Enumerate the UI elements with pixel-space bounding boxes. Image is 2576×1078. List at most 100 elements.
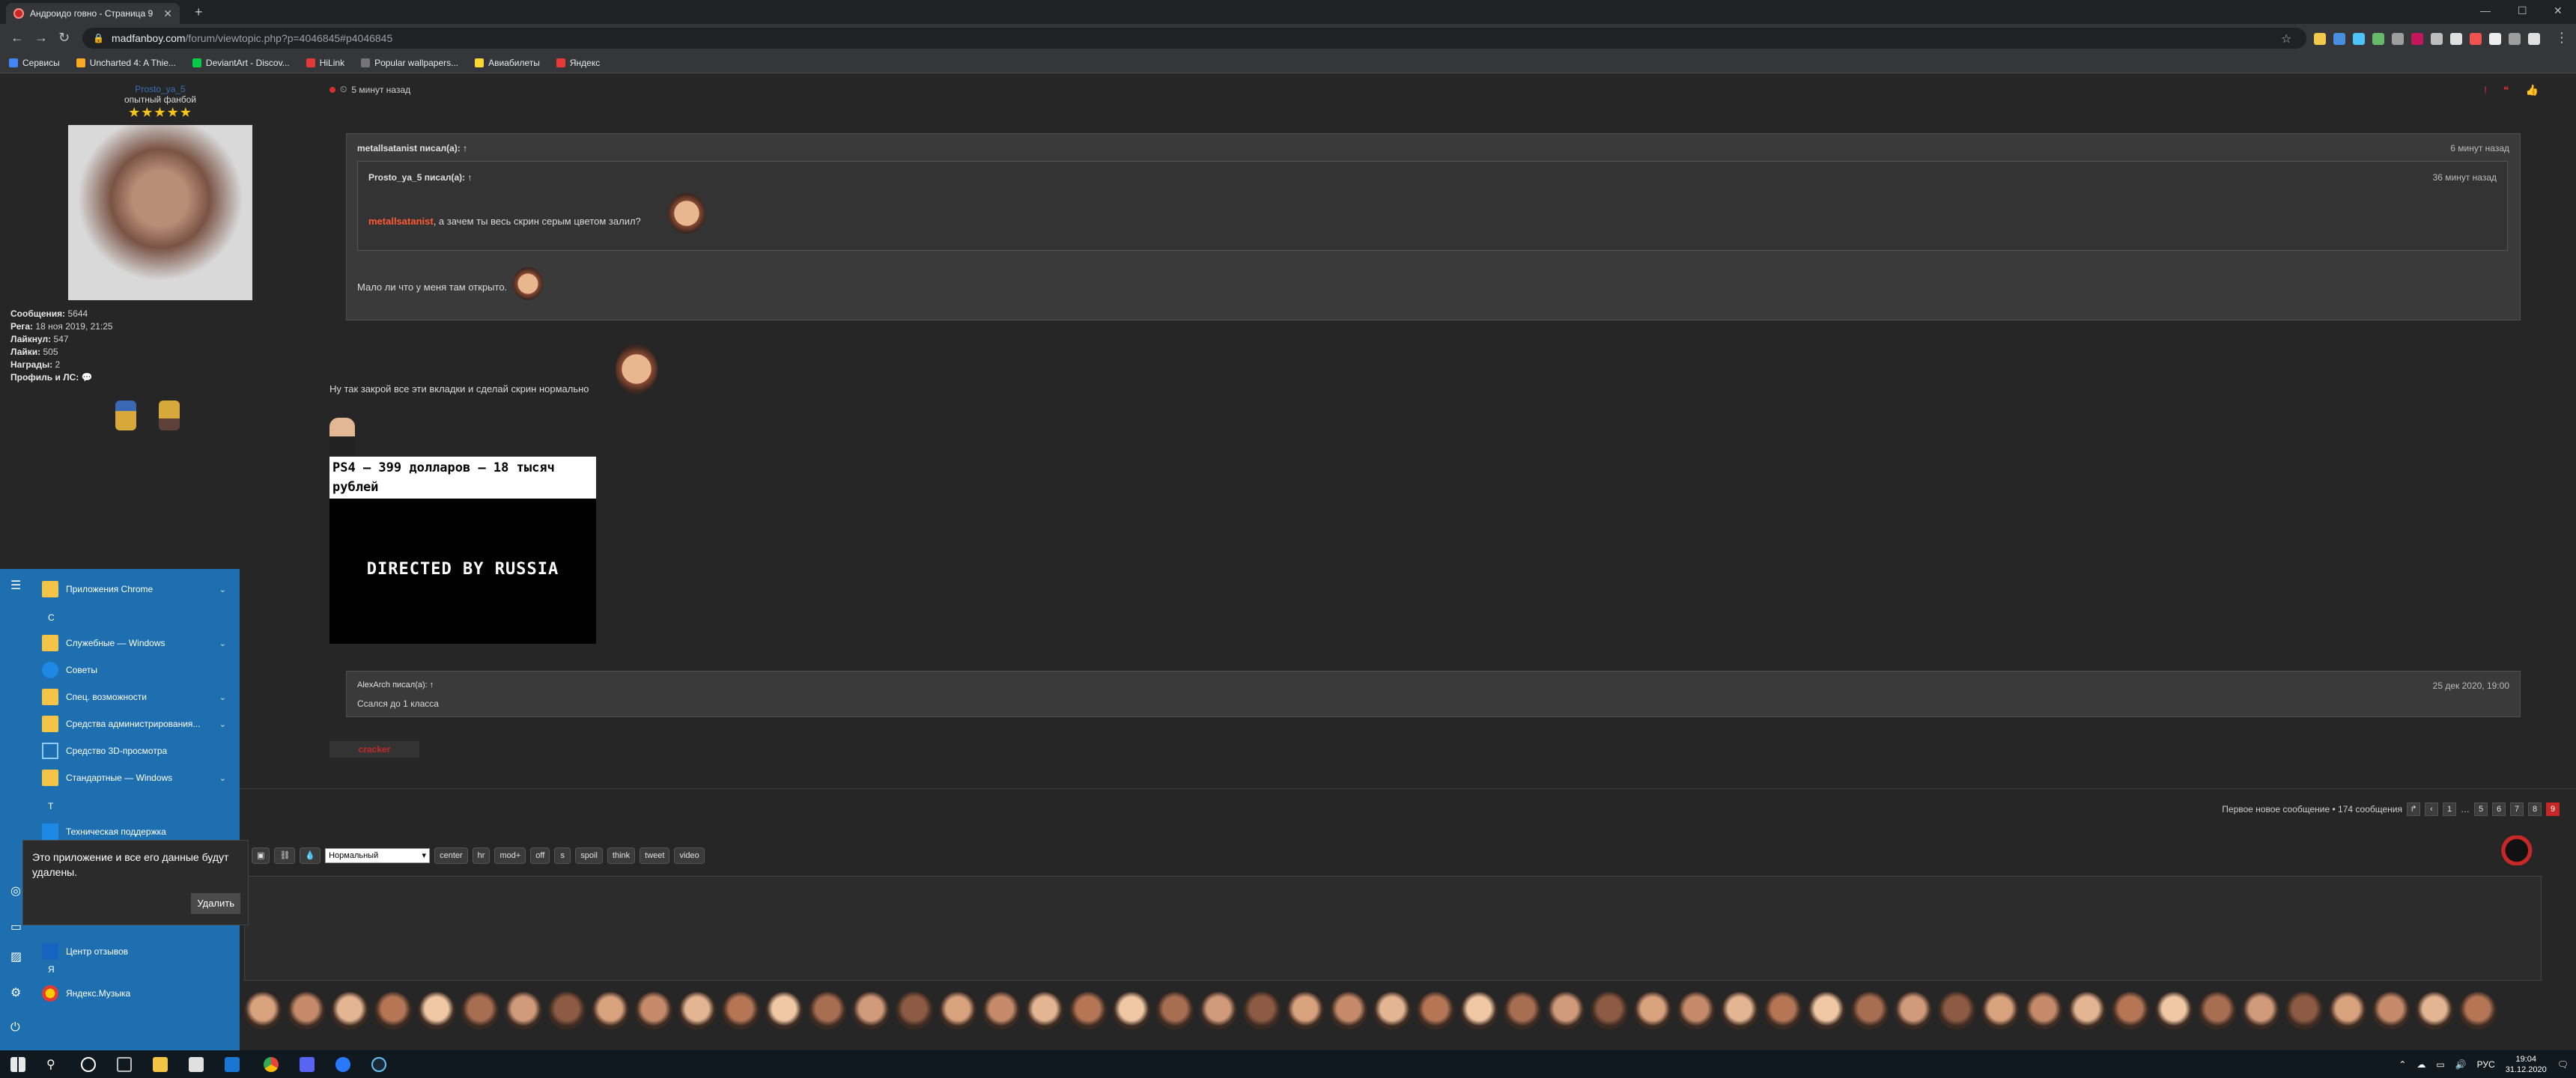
- message-textarea[interactable]: [244, 876, 2542, 981]
- bookmark-item[interactable]: HiLink: [306, 58, 344, 68]
- cortana-icon[interactable]: [81, 1057, 96, 1072]
- menu-dots-icon[interactable]: ⋮: [2555, 30, 2569, 46]
- section-letter[interactable]: Т: [48, 801, 53, 811]
- bookmark-item[interactable]: Яндекс: [556, 58, 600, 68]
- smiley-option-icon[interactable]: [2372, 992, 2410, 1029]
- extension-icon[interactable]: [2392, 33, 2404, 45]
- mention-nick[interactable]: metallsatanist: [368, 216, 434, 227]
- smiley-option-icon[interactable]: [1591, 992, 1628, 1029]
- forward-icon[interactable]: →: [34, 30, 48, 46]
- smiley-option-icon[interactable]: [1330, 992, 1367, 1029]
- windows-logo-icon[interactable]: [10, 1057, 25, 1072]
- smiley-option-icon[interactable]: [2199, 992, 2236, 1029]
- smiley-option-icon[interactable]: [2155, 992, 2193, 1029]
- image-icon[interactable]: ▣: [252, 847, 270, 864]
- color-drop-icon[interactable]: 💧: [300, 847, 321, 864]
- pictures-icon[interactable]: ▨: [10, 949, 22, 964]
- smiley-option-icon[interactable]: [2242, 992, 2279, 1029]
- maximize-icon[interactable]: ☐: [2518, 4, 2527, 17]
- smiley-option-icon[interactable]: [982, 992, 1020, 1029]
- extension-icon[interactable]: [2314, 33, 2326, 45]
- prev-page-icon[interactable]: ‹: [2425, 803, 2438, 816]
- smiley-option-icon[interactable]: [288, 992, 325, 1029]
- bookmark-item[interactable]: Авиабилеты: [475, 58, 540, 68]
- discord-icon[interactable]: [300, 1057, 315, 1072]
- tweet-button[interactable]: tweet: [640, 847, 670, 864]
- reply-icon[interactable]: ↱: [2407, 803, 2420, 816]
- quote-author[interactable]: metallsatanist писал(а): ↑: [357, 143, 467, 153]
- app-item[interactable]: Служебные — Windows ⌄: [42, 630, 237, 656]
- smiley-option-icon[interactable]: [592, 992, 629, 1029]
- font-size-select[interactable]: Нормальный ▾: [325, 848, 431, 863]
- page-link[interactable]: 7: [2510, 803, 2524, 816]
- app-item[interactable]: Яндекс.Музыка: [42, 981, 237, 1006]
- app-item[interactable]: Средства администрирования... ⌄: [42, 711, 237, 737]
- smiley-option-icon[interactable]: [765, 992, 803, 1029]
- reload-icon[interactable]: ↻: [58, 30, 70, 46]
- smiley-option-icon[interactable]: [1373, 992, 1411, 1029]
- chevron-up-icon[interactable]: ⌃: [2399, 1059, 2406, 1070]
- smiley-option-icon[interactable]: [1764, 992, 1802, 1029]
- steam-icon[interactable]: [371, 1057, 386, 1072]
- nested-quote-author[interactable]: Prosto_ya_5 писал(а): ↑: [368, 172, 472, 183]
- extension-icon[interactable]: [2509, 33, 2521, 45]
- smiley-option-icon[interactable]: [2068, 992, 2106, 1029]
- page-link[interactable]: 5: [2474, 803, 2488, 816]
- smiley-option-icon[interactable]: [896, 992, 933, 1029]
- think-button[interactable]: think: [607, 847, 636, 864]
- extension-icon[interactable]: [2353, 33, 2365, 45]
- settings-gear-icon[interactable]: ⚙: [10, 985, 21, 1000]
- message-icon[interactable]: 💬: [82, 372, 93, 383]
- smiley-option-icon[interactable]: [1287, 992, 1324, 1029]
- smiley-option-icon[interactable]: [2025, 992, 2062, 1029]
- smiley-option-icon[interactable]: [1634, 992, 1671, 1029]
- smiley-option-icon[interactable]: [1113, 992, 1150, 1029]
- extension-icon[interactable]: [2431, 33, 2443, 45]
- smiley-option-icon[interactable]: [2416, 992, 2453, 1029]
- strike-button[interactable]: s: [554, 847, 571, 864]
- bookmark-star-icon[interactable]: ☆: [2281, 31, 2291, 46]
- power-icon[interactable]: ⏻: [10, 1021, 20, 1035]
- smiley-option-icon[interactable]: [1243, 992, 1281, 1029]
- spoiler-button[interactable]: spoil: [575, 847, 603, 864]
- quote-icon[interactable]: ❝: [2503, 84, 2509, 97]
- app-item[interactable]: Стандартные — Windows ⌄: [42, 765, 237, 791]
- extension-icon[interactable]: [2450, 33, 2462, 45]
- smiley-option-icon[interactable]: [1547, 992, 1585, 1029]
- video-button[interactable]: video: [674, 847, 705, 864]
- smiley-option-icon[interactable]: [809, 992, 846, 1029]
- section-letter[interactable]: С: [48, 612, 55, 623]
- smiley-option-icon[interactable]: [2329, 992, 2366, 1029]
- cloud-icon[interactable]: ☁: [2416, 1059, 2425, 1070]
- smiley-option-icon[interactable]: [1026, 992, 1063, 1029]
- app-item[interactable]: Спец. возможности ⌄: [42, 684, 237, 710]
- extension-icon[interactable]: [2333, 33, 2345, 45]
- hr-button[interactable]: hr: [472, 847, 490, 864]
- author-name[interactable]: Prosto_ya_5: [10, 84, 310, 94]
- smiley-option-icon[interactable]: [1721, 992, 1758, 1029]
- window-close-icon[interactable]: ✕: [2554, 4, 2563, 17]
- volume-icon[interactable]: 🔊: [2455, 1059, 2467, 1070]
- link-icon[interactable]: ⛓: [274, 847, 296, 864]
- smiley-option-icon[interactable]: [722, 992, 759, 1029]
- center-button[interactable]: center: [434, 847, 468, 864]
- smiley-option-icon[interactable]: [1895, 992, 1932, 1029]
- smiley-option-icon[interactable]: [1851, 992, 1889, 1029]
- hamburger-icon[interactable]: ☰: [10, 578, 21, 593]
- uninstall-button[interactable]: Удалить: [191, 893, 240, 914]
- user-icon[interactable]: ◎: [10, 883, 21, 898]
- smiley-option-icon[interactable]: [1069, 992, 1107, 1029]
- chrome-icon[interactable]: [264, 1057, 279, 1072]
- back-icon[interactable]: ←: [10, 30, 24, 46]
- smiley-option-icon[interactable]: [635, 992, 672, 1029]
- smiley-option-icon[interactable]: [244, 992, 282, 1029]
- smiley-option-icon[interactable]: [2459, 992, 2497, 1029]
- bookmark-item[interactable]: Popular wallpapers...: [361, 58, 458, 68]
- store-icon[interactable]: [189, 1057, 204, 1072]
- app-item[interactable]: Советы: [42, 657, 237, 683]
- smiley-option-icon[interactable]: [678, 992, 716, 1029]
- smiley-option-icon[interactable]: [331, 992, 368, 1029]
- page-link[interactable]: 8: [2528, 803, 2542, 816]
- browser-tab[interactable]: Андроидо говно - Страница 9 ✕: [6, 3, 180, 24]
- off-button[interactable]: off: [530, 847, 550, 864]
